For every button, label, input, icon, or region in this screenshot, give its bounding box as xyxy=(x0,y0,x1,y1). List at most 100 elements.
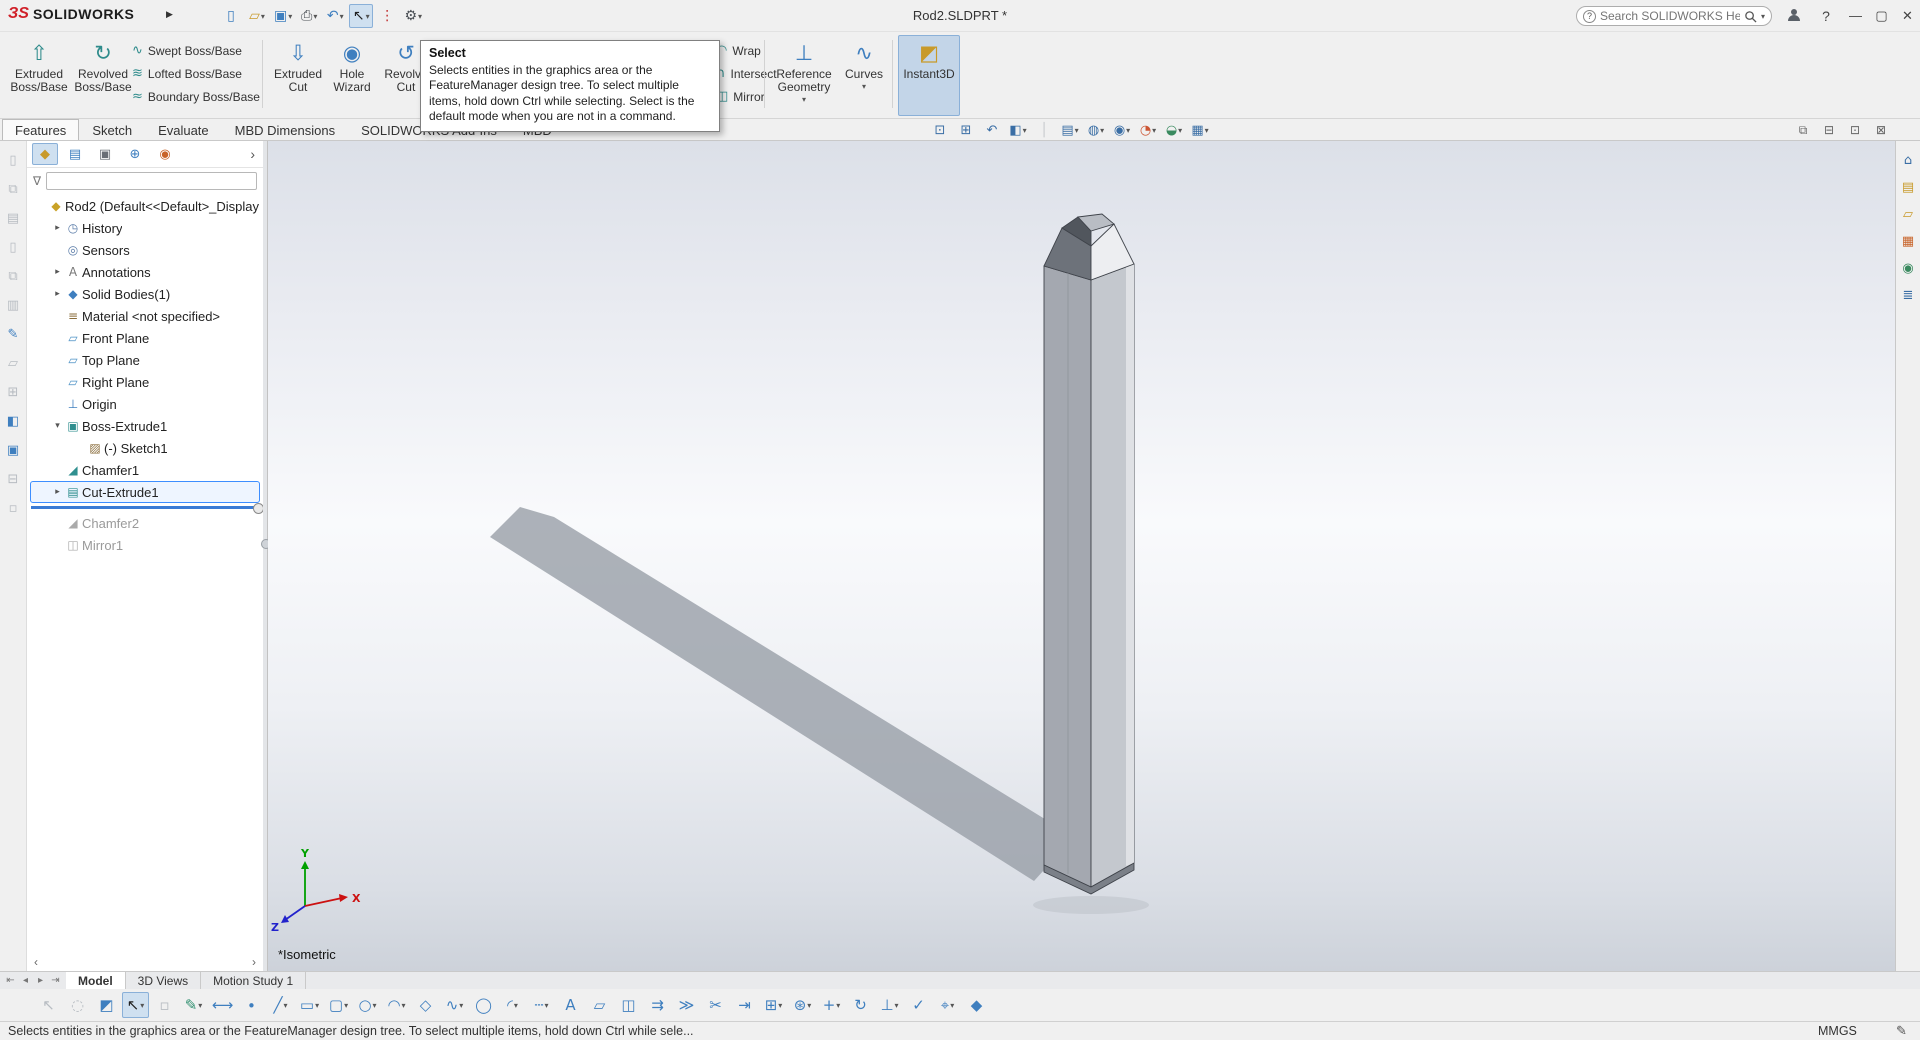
instant3d-button[interactable]: ◩ Instant3D xyxy=(898,35,960,116)
polygon-icon[interactable]: ◇ xyxy=(412,992,439,1018)
save-icon[interactable]: ▣ ▾ xyxy=(271,4,295,28)
apply-scene-icon[interactable]: ◒ ▾ xyxy=(1162,120,1186,140)
document-copy-icon[interactable]: ⧉ xyxy=(1,265,25,287)
tab-scroll-next-icon[interactable]: ▸ xyxy=(34,973,47,988)
dimxpertmanager-tab-icon[interactable]: ⊕ xyxy=(122,143,148,165)
search-icon[interactable] xyxy=(1744,10,1757,23)
intersect-button[interactable]: ∩ Intersect xyxy=(716,63,777,84)
display-pane-icon[interactable]: ◧ xyxy=(1,410,25,432)
text-icon[interactable]: A xyxy=(557,992,584,1018)
boundary-boss-base-button[interactable]: ≈ Boundary Boss/Base xyxy=(132,86,260,107)
propertymanager-tab-icon[interactable]: ▤ xyxy=(62,143,88,165)
search-input[interactable] xyxy=(1600,9,1740,23)
select-filter-icon[interactable]: ↖ xyxy=(35,992,62,1018)
mirror-button[interactable]: ◫ Mirror xyxy=(716,86,765,107)
tab-3d-views[interactable]: 3D Views xyxy=(126,972,202,989)
dropdown-caret-icon[interactable]: ▾ xyxy=(261,12,265,21)
wrap-button[interactable]: ◠ Wrap xyxy=(716,40,761,61)
dropdown-caret-icon[interactable]: ▾ xyxy=(140,1001,144,1010)
new-document-icon[interactable]: ▯ xyxy=(219,4,243,28)
document-list-icon[interactable]: ▤ xyxy=(1,207,25,229)
window-maximize-button[interactable]: ▢ xyxy=(1869,0,1894,31)
rectangle-icon[interactable]: ▭ ▾ xyxy=(296,992,323,1018)
quick-snaps-icon[interactable]: ⌖ ▾ xyxy=(934,992,961,1018)
graphics-area[interactable]: Y X Z *Isometric xyxy=(268,141,1895,971)
rollback-bar[interactable] xyxy=(31,503,264,514)
rotate-entities-icon[interactable]: ↻ xyxy=(847,992,874,1018)
document-grid-icon[interactable]: ▥ xyxy=(1,294,25,316)
file-explorer-icon[interactable]: ▱ xyxy=(1896,203,1920,225)
swept-boss-base-button[interactable]: ∿ Swept Boss/Base xyxy=(132,40,242,61)
dropdown-caret-icon[interactable]: ▾ xyxy=(340,12,344,21)
document-box-icon[interactable]: ▣ xyxy=(1,439,25,461)
tab-scroll-first-icon[interactable]: ⇤ xyxy=(4,973,17,988)
select-cursor-icon[interactable]: ↖ ▾ xyxy=(349,4,374,28)
dropdown-caret-icon[interactable]: ▾ xyxy=(373,1001,377,1010)
view-settings-icon[interactable]: ▦ ▾ xyxy=(1188,120,1212,140)
slot-icon[interactable]: ▢ ▾ xyxy=(325,992,352,1018)
tree-item-material-not-specified[interactable]: ≡ Material <not specified> xyxy=(30,305,260,327)
dropdown-caret-icon[interactable]: ▾ xyxy=(1126,126,1130,135)
circular-pattern-icon[interactable]: ⊛ ▾ xyxy=(789,992,816,1018)
box-select-icon[interactable]: ▫ xyxy=(151,992,178,1018)
tree-item-chamfer1[interactable]: ◢ Chamfer1 xyxy=(30,459,260,481)
appearances-scenes-icon[interactable]: ◉ xyxy=(1896,257,1920,279)
tree-scroll-left-icon[interactable]: ‹ xyxy=(29,955,43,969)
view-orientation-icon[interactable]: ▤ ▾ xyxy=(1058,120,1082,140)
help-button[interactable]: ? xyxy=(1815,5,1837,27)
tab-motion-study-1[interactable]: Motion Study 1 xyxy=(201,972,307,989)
document-small-icon[interactable]: ▫ xyxy=(1,497,25,519)
document-copy-icon[interactable]: ⧉ xyxy=(1,178,25,200)
dropdown-caret-icon[interactable]: ▾ xyxy=(315,1001,319,1010)
fully-define-sketch-icon[interactable]: ✓ xyxy=(905,992,932,1018)
dropdown-caret-icon[interactable]: ▾ xyxy=(313,12,317,21)
expander-icon[interactable]: ▸ xyxy=(51,223,64,233)
tree-item-annotations[interactable]: ▸ A Annotations xyxy=(30,261,260,283)
displaymanager-tab-icon[interactable]: ◉ xyxy=(152,143,178,165)
3d-model-canvas[interactable]: Y X Z xyxy=(268,141,1895,971)
extruded-boss-base-button[interactable]: ⇧ Extruded Boss/Base xyxy=(8,35,70,116)
window-minimize-button[interactable]: — xyxy=(1843,0,1868,31)
dropdown-caret-icon[interactable]: ▾ xyxy=(1075,126,1079,135)
tree-item-rod2-default-default-display-sta[interactable]: ◆ Rod2 (Default<<Default>_Display Sta xyxy=(30,195,260,217)
custom-properties-icon[interactable]: ≣ xyxy=(1896,284,1920,306)
rapid-sketch-icon[interactable]: ◆ xyxy=(963,992,990,1018)
dropdown-caret-icon[interactable]: ▾ xyxy=(418,12,422,21)
tree-item-sketch1[interactable]: ▨ (-) Sketch1 xyxy=(30,437,260,459)
dropdown-caret-icon[interactable]: ▾ xyxy=(950,1001,954,1010)
tab-mbd-dimensions[interactable]: MBD Dimensions xyxy=(222,119,348,140)
offset-entities-icon[interactable]: ≫ xyxy=(673,992,700,1018)
previous-view-icon[interactable]: ↶ xyxy=(980,120,1004,140)
doc-minimize-icon[interactable]: ⊟ xyxy=(1817,120,1841,140)
window-close-button[interactable]: ✕ xyxy=(1895,0,1920,31)
undo-icon[interactable]: ↶ ▾ xyxy=(323,4,347,28)
line-icon[interactable]: ╱ ▾ xyxy=(267,992,294,1018)
tree-item-history[interactable]: ▸ ◷ History xyxy=(30,217,260,239)
sketch-icon[interactable]: ✎ ▾ xyxy=(180,992,207,1018)
configurationmanager-tab-icon[interactable]: ▣ xyxy=(92,143,118,165)
rebuild-traffic-light-icon[interactable]: ⋮ xyxy=(375,4,399,28)
toolbar-separator[interactable]: │ xyxy=(1032,120,1056,140)
tree-item-right-plane[interactable]: ▱ Right Plane xyxy=(30,371,260,393)
collapse-pane-icon[interactable]: ⊟ xyxy=(1,468,25,490)
print-icon[interactable]: ⎙ ▾ xyxy=(297,4,321,28)
tree-item-mirror1[interactable]: ◫ Mirror1 xyxy=(30,534,260,556)
user-account-icon[interactable] xyxy=(1786,7,1802,26)
dropdown-caret-icon[interactable]: ▾ xyxy=(802,95,806,104)
document-plane-icon[interactable]: ▱ xyxy=(1,352,25,374)
dropdown-caret-icon[interactable]: ▾ xyxy=(895,1001,899,1010)
expander-icon[interactable]: ▸ xyxy=(51,267,64,277)
document-icon[interactable]: ▯ xyxy=(1,149,25,171)
units-indicator[interactable]: MMGS xyxy=(1818,1024,1857,1038)
zoom-to-fit-icon[interactable]: ⊡ xyxy=(928,120,952,140)
dropdown-caret-icon[interactable]: ▾ xyxy=(836,1001,840,1010)
revolved-boss-base-button[interactable]: ↻ Revolved Boss/Base xyxy=(72,35,134,116)
dropdown-caret-icon[interactable]: ▾ xyxy=(514,1001,518,1010)
tree-item-chamfer2[interactable]: ◢ Chamfer2 xyxy=(30,512,260,534)
hide-show-items-icon[interactable]: ◉ ▾ xyxy=(1110,120,1134,140)
extruded-cut-button[interactable]: ⇩ Extruded Cut xyxy=(272,35,324,116)
plane-icon[interactable]: ▱ xyxy=(586,992,613,1018)
display-style-icon[interactable]: ◍ ▾ xyxy=(1084,120,1108,140)
tab-features[interactable]: Features xyxy=(2,119,80,140)
dropdown-caret-icon[interactable]: ▾ xyxy=(402,1001,406,1010)
